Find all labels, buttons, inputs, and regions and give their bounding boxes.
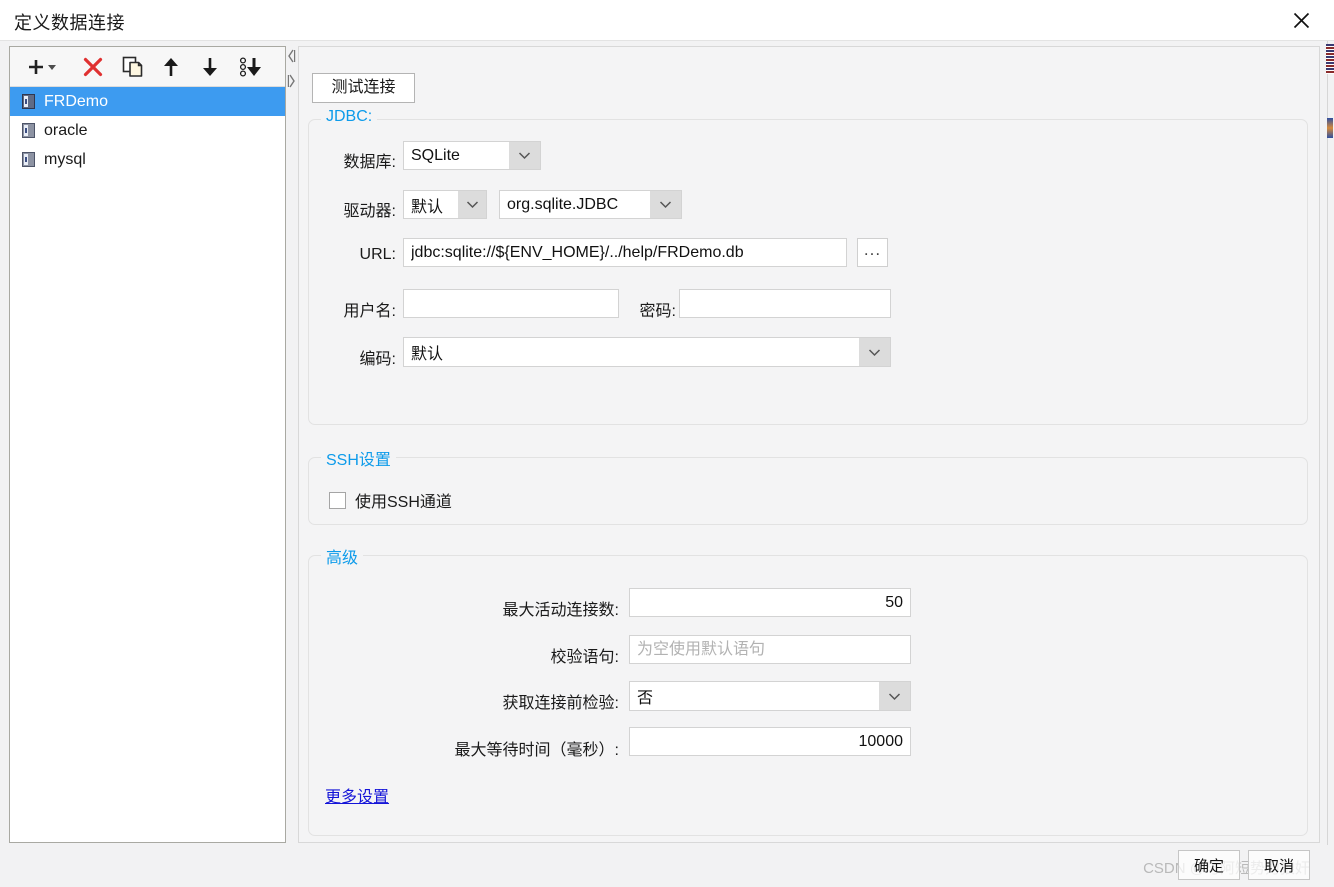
url-input[interactable] xyxy=(403,238,847,267)
validation-query-input[interactable] xyxy=(629,635,911,664)
use-ssh-checkbox[interactable]: 使用SSH通道 xyxy=(329,488,452,512)
database-icon xyxy=(22,94,35,109)
driver-mode-select[interactable]: 默认 xyxy=(403,190,487,219)
advanced-group: 高级 最大活动连接数: 校验语句: 获取连接前检验: 否 最大等待时间（毫秒）:… xyxy=(308,544,1308,836)
use-ssh-label: 使用SSH通道 xyxy=(355,494,452,511)
test-before-borrow-value: 否 xyxy=(630,682,879,710)
username-input[interactable] xyxy=(403,289,619,318)
charset-select[interactable]: 默认 xyxy=(403,337,891,367)
max-active-label: 最大活动连接数: xyxy=(502,602,619,619)
max-active-input[interactable] xyxy=(629,588,911,617)
chevron-down-icon xyxy=(859,338,890,366)
list-item-label: oracle xyxy=(44,121,88,139)
jdbc-group: JDBC: 数据库: SQLite 驱动器: 默认 org.sqlite.JDB… xyxy=(308,108,1308,425)
copy-connection-icon[interactable] xyxy=(117,51,149,83)
close-icon[interactable] xyxy=(1284,4,1318,36)
connection-list-panel: FRDemo oracle mysql xyxy=(9,46,286,843)
database-select[interactable]: SQLite xyxy=(403,141,541,170)
title-bar: 定义数据连接 xyxy=(0,0,1334,41)
connection-list[interactable]: FRDemo oracle mysql xyxy=(10,87,285,842)
password-input[interactable] xyxy=(679,289,891,318)
right-edge-rail xyxy=(1327,41,1334,887)
panel-splitter[interactable] xyxy=(286,46,298,843)
connection-detail-panel: 测试连接 JDBC: 数据库: SQLite 驱动器: 默认 org.sqlit… xyxy=(298,46,1320,843)
advanced-group-legend: 高级 xyxy=(321,544,364,568)
collapse-left-icon[interactable] xyxy=(287,49,296,63)
driver-class-value: org.sqlite.JDBC xyxy=(500,191,650,218)
charset-select-value: 默认 xyxy=(404,338,859,366)
charset-label: 编码: xyxy=(359,351,396,368)
url-browse-button[interactable]: ... xyxy=(857,238,888,267)
chevron-down-icon xyxy=(879,682,910,710)
chevron-down-icon xyxy=(509,142,540,169)
jdbc-group-legend: JDBC: xyxy=(321,108,378,126)
max-wait-label: 最大等待时间（毫秒）: xyxy=(454,742,619,759)
list-item-label: mysql xyxy=(44,150,86,168)
sort-descending-icon[interactable] xyxy=(234,51,268,83)
database-label: 数据库: xyxy=(343,154,396,171)
scrollbar-artifact-middle xyxy=(1327,118,1333,138)
list-item[interactable]: mysql xyxy=(10,145,285,174)
checkbox-box-icon xyxy=(329,491,346,509)
validation-query-label: 校验语句: xyxy=(550,649,619,666)
test-connection-button[interactable]: 测试连接 xyxy=(312,73,415,103)
driver-class-select[interactable]: org.sqlite.JDBC xyxy=(499,190,682,219)
url-label: URL: xyxy=(359,246,396,263)
database-icon xyxy=(22,152,35,167)
database-icon xyxy=(22,123,35,138)
dialog-define-data-connection: 定义数据连接 FRDemo oracle mysql 测试连接 JDBC: 数据… xyxy=(0,0,1334,887)
list-item[interactable]: oracle xyxy=(10,116,285,145)
password-label: 密码: xyxy=(639,303,676,320)
test-before-borrow-label: 获取连接前检验: xyxy=(502,695,619,712)
ssh-group-legend: SSH设置 xyxy=(321,446,396,470)
move-down-icon[interactable] xyxy=(197,51,223,83)
move-up-icon[interactable] xyxy=(158,51,184,83)
database-select-value: SQLite xyxy=(404,142,509,169)
ssh-group: SSH设置 使用SSH通道 xyxy=(308,446,1308,525)
more-settings-link[interactable]: 更多设置 xyxy=(325,783,389,807)
driver-label: 驱动器: xyxy=(343,203,396,220)
chevron-down-icon xyxy=(458,191,486,218)
scrollbar-artifact-top xyxy=(1326,44,1334,74)
delete-connection-icon[interactable] xyxy=(78,51,108,83)
driver-mode-value: 默认 xyxy=(404,191,458,218)
dialog-footer: CSDN @与阿短势力狼奸 xyxy=(0,845,1334,887)
cancel-button[interactable]: 取消 xyxy=(1248,850,1310,880)
chevron-down-icon xyxy=(650,191,681,218)
ok-button[interactable]: 确定 xyxy=(1178,850,1240,880)
test-before-borrow-select[interactable]: 否 xyxy=(629,681,911,711)
username-label: 用户名: xyxy=(343,303,396,320)
expand-right-icon[interactable] xyxy=(287,74,296,88)
list-item[interactable]: FRDemo xyxy=(10,87,285,116)
list-toolbar xyxy=(10,47,285,87)
add-connection-icon[interactable] xyxy=(24,51,64,83)
dialog-title: 定义数据连接 xyxy=(14,13,125,33)
list-item-label: FRDemo xyxy=(44,92,109,110)
max-wait-input[interactable] xyxy=(629,727,911,756)
